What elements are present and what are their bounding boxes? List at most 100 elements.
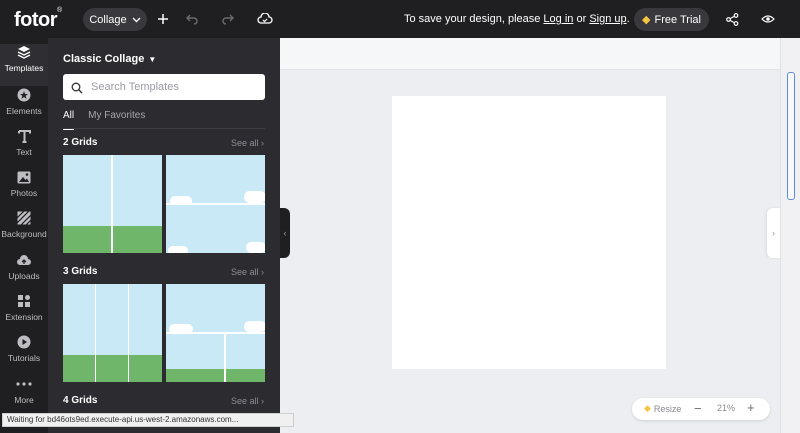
- template-thumbnail[interactable]: [63, 284, 162, 382]
- tabs-divider: [63, 128, 265, 129]
- search-input[interactable]: [91, 81, 251, 93]
- logo-mark: ®: [57, 7, 62, 15]
- section-title: 3 Grids: [63, 266, 98, 277]
- template-tabs: All My Favorites: [63, 110, 145, 130]
- share-icon[interactable]: [723, 10, 741, 28]
- diamond-icon: ◆: [642, 14, 651, 26]
- photo-icon: [16, 169, 32, 185]
- see-all-label: See all: [230, 396, 259, 406]
- preview-eye-icon[interactable]: [759, 10, 777, 28]
- save-message-or: or: [573, 13, 590, 25]
- rail-item-more[interactable]: More: [0, 376, 48, 416]
- extension-icon: [16, 293, 32, 309]
- rail-label: Templates: [4, 63, 44, 73]
- see-all-link[interactable]: See all ›: [231, 267, 264, 277]
- rail-label: Uploads: [8, 271, 40, 281]
- template-cell: [166, 284, 265, 332]
- browser-status-bar: Waiting for bd46ots9ed.execute-api.us-we…: [2, 413, 294, 427]
- top-bar: fotor® Collage To save your design, plea…: [0, 0, 800, 38]
- template-cell: [129, 284, 162, 382]
- mode-dropdown-button[interactable]: Collage: [83, 8, 147, 31]
- rail-item-photos[interactable]: Photos: [0, 169, 48, 209]
- zoom-controls: ◆ Resize − 21% +: [632, 398, 770, 420]
- caret-down-icon: ▼: [148, 55, 157, 64]
- scrollbar-thumb[interactable]: [787, 72, 795, 200]
- canvas-toolbar-strip: [280, 38, 780, 70]
- collapse-panel-handle[interactable]: ‹: [280, 208, 290, 258]
- play-icon: [16, 334, 32, 350]
- rail-label: Elements: [6, 106, 42, 116]
- rail-item-templates[interactable]: Templates: [0, 44, 48, 86]
- signup-link[interactable]: Sign up: [589, 13, 626, 25]
- text-icon: [16, 128, 32, 144]
- rail-item-extension[interactable]: Extension: [0, 293, 48, 333]
- template-thumbnail[interactable]: [166, 155, 265, 253]
- template-cell: [166, 205, 265, 253]
- tab-my-favorites[interactable]: My Favorites: [88, 110, 145, 130]
- rail-label: Text: [16, 147, 32, 157]
- undo-icon[interactable]: [183, 10, 201, 28]
- artboard[interactable]: [392, 96, 666, 369]
- rail-label: Tutorials: [7, 353, 41, 363]
- star-icon: [16, 87, 32, 103]
- chevron-right-icon: ›: [772, 228, 775, 238]
- template-cell: [166, 334, 224, 382]
- logo-text: fotor: [14, 9, 58, 31]
- rail-label: Background: [1, 229, 47, 239]
- template-cell: [226, 334, 265, 382]
- see-all-label: See all: [230, 138, 259, 148]
- templates-icon: [16, 44, 32, 60]
- section-title: 2 Grids: [63, 137, 98, 148]
- template-cell: [113, 155, 162, 253]
- template-cell: [166, 155, 265, 203]
- cloud-save-icon[interactable]: [256, 10, 274, 28]
- template-thumbnail[interactable]: [63, 155, 162, 253]
- diamond-icon: ◆: [644, 403, 651, 413]
- redo-icon[interactable]: [219, 10, 237, 28]
- zoom-level[interactable]: 21%: [717, 403, 735, 413]
- mode-label: Collage: [89, 13, 127, 26]
- template-cell: [96, 284, 128, 382]
- tab-all[interactable]: All: [63, 110, 75, 130]
- free-trial-button[interactable]: ◆ Free Trial: [634, 8, 709, 31]
- fotor-logo[interactable]: fotor®: [14, 7, 62, 32]
- save-message: To save your design, please Log in or Si…: [404, 13, 630, 25]
- rail-item-tutorials[interactable]: Tutorials: [0, 334, 48, 374]
- resize-label: Resize: [653, 403, 682, 414]
- login-link[interactable]: Log in: [543, 13, 573, 25]
- rail-item-elements[interactable]: Elements: [0, 87, 48, 127]
- chevron-left-icon: ‹: [283, 228, 287, 238]
- search-icon: [71, 81, 83, 94]
- left-rail: Templates Elements Text Photos Backgroun…: [0, 38, 48, 433]
- save-message-suffix: .: [626, 13, 630, 25]
- upload-icon: [16, 252, 32, 268]
- rail-label: Photos: [10, 188, 38, 198]
- template-thumbnail[interactable]: [166, 284, 265, 382]
- rail-item-uploads[interactable]: Uploads: [0, 252, 48, 292]
- rail-label: Extension: [5, 312, 43, 322]
- template-cell: [63, 284, 95, 382]
- rail-item-background[interactable]: Background: [0, 210, 48, 250]
- save-message-prefix: To save your design, please: [404, 13, 544, 25]
- panel-title: Classic Collage: [63, 53, 145, 65]
- resize-button[interactable]: ◆ Resize: [644, 403, 681, 414]
- see-all-link[interactable]: See all ›: [231, 138, 264, 148]
- background-icon: [16, 210, 32, 226]
- expand-right-panel-handle[interactable]: ›: [767, 208, 780, 258]
- zoom-out-button[interactable]: −: [694, 401, 702, 416]
- add-icon[interactable]: [154, 10, 172, 28]
- see-all-link[interactable]: See all ›: [231, 396, 264, 406]
- chevron-down-icon: [132, 15, 141, 25]
- more-icon: [16, 376, 32, 392]
- rail-item-text[interactable]: Text: [0, 128, 48, 168]
- vertical-scrollbar[interactable]: [780, 38, 800, 433]
- search-box[interactable]: [63, 74, 265, 100]
- section-title: 4 Grids: [63, 395, 98, 406]
- template-panel: Classic Collage▼ All My Favorites 2 Grid…: [48, 38, 280, 433]
- collage-type-dropdown[interactable]: Classic Collage ▼: [63, 53, 156, 65]
- zoom-in-button[interactable]: +: [747, 400, 755, 415]
- rail-label: More: [14, 395, 34, 405]
- free-trial-label: Free Trial: [654, 13, 701, 26]
- template-cell: [63, 155, 111, 253]
- see-all-label: See all: [230, 267, 259, 277]
